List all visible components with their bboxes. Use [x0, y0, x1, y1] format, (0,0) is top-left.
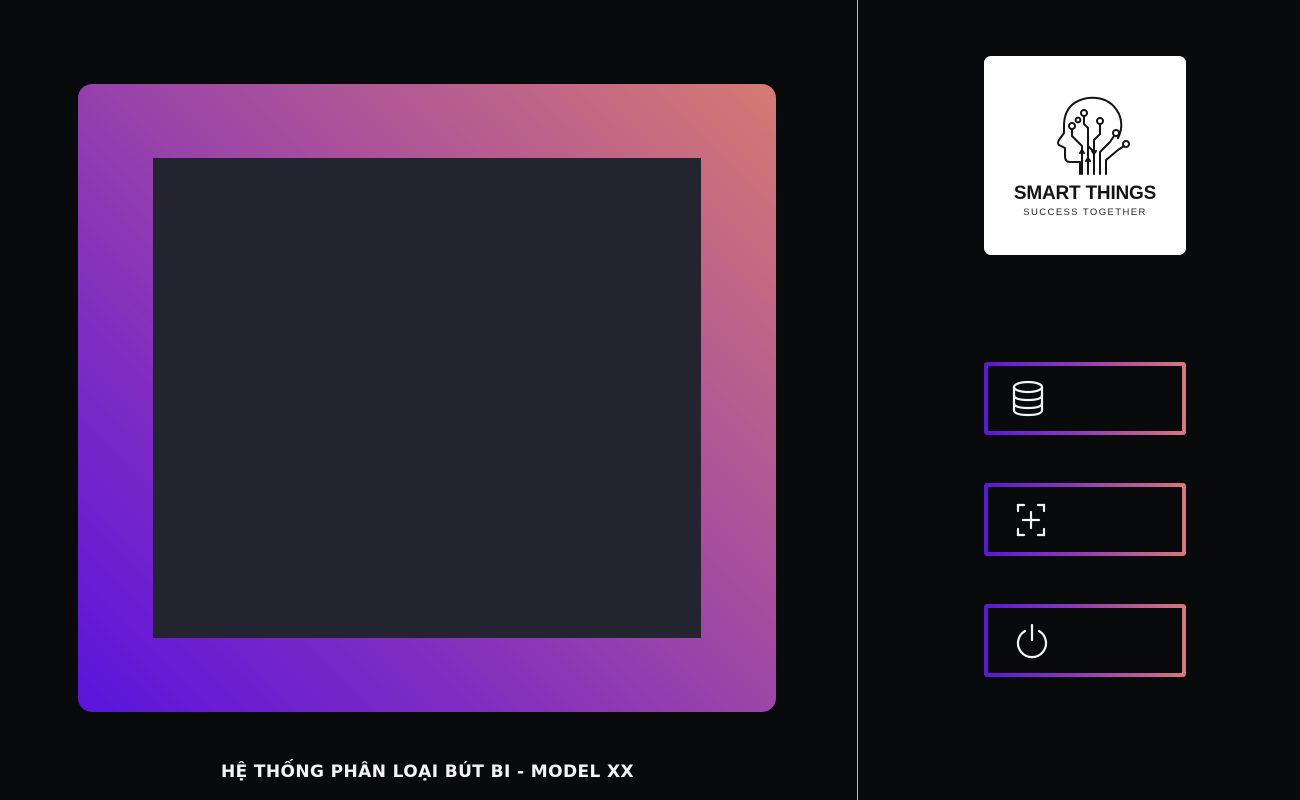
camera-frame	[78, 84, 776, 712]
capture-add-icon	[1016, 503, 1046, 536]
logo-name: SMART THINGS	[1013, 183, 1157, 204]
app-title: HỆ THỐNG PHÂN LOẠI BÚT BI - MODEL XX	[220, 762, 635, 782]
panel-divider	[857, 0, 858, 800]
database-icon	[1012, 380, 1044, 416]
capture-button[interactable]	[984, 483, 1186, 556]
database-button[interactable]	[984, 362, 1186, 435]
logo-card: SMART THINGS SUCCESS TOGETHER	[984, 56, 1186, 255]
logo-tagline: SUCCESS TOGETHER	[1023, 207, 1147, 218]
ai-head-icon	[1057, 96, 1130, 175]
power-icon	[1016, 623, 1048, 658]
camera-view	[153, 158, 701, 638]
power-button[interactable]	[984, 604, 1186, 677]
